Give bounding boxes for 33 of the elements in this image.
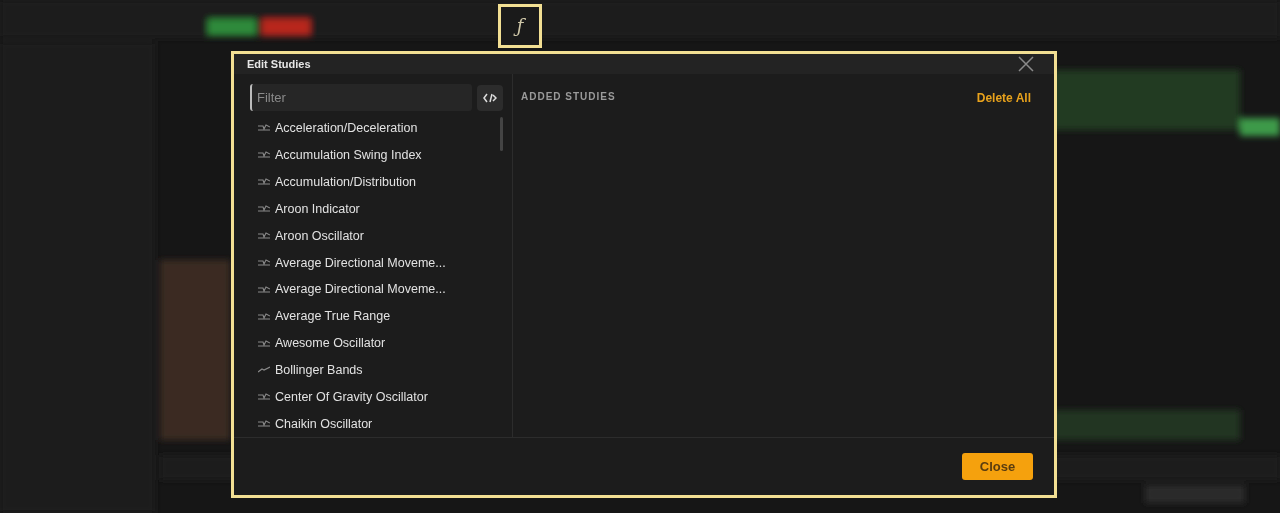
study-item[interactable]: Average Directional Moveme... [275,253,446,273]
delete-all-link[interactable]: Delete All [976,89,1031,107]
wave-icon [258,232,270,240]
study-item[interactable]: Accumulation/Distribution [275,172,417,192]
study-item[interactable]: Bollinger Bands [275,361,363,380]
wave-icon [258,393,270,402]
close-icon[interactable] [1018,56,1034,72]
line-icon [258,366,270,375]
section-heading: ADDED STUDIES [521,90,616,104]
scrollbar[interactable] [500,117,503,151]
code-icon [483,92,497,103]
study-item[interactable]: Accumulation Swing Index [275,145,422,165]
study-item[interactable]: Acceleration/Deceleration [275,119,418,138]
study-item[interactable]: Center Of Gravity Oscillator [275,387,428,407]
study-item[interactable]: Aroon Indicator [275,199,360,219]
study-item[interactable]: Awesome Oscillator [275,334,386,353]
wave-icon [258,420,270,429]
study-item[interactable]: Chaikin Oscillator [275,414,373,434]
dialog-title: Edit Studies [247,56,311,72]
wave-icon [258,285,270,294]
wave-icon [258,312,270,321]
study-item[interactable]: Average True Range [275,307,391,327]
wave-icon [258,124,270,133]
code-button[interactable] [477,84,503,111]
wave-icon [258,178,270,187]
wave-icon [258,258,270,267]
study-item[interactable]: Aroon Oscillator [275,226,364,246]
wave-icon [258,151,270,160]
wave-icon [258,205,270,214]
close-button[interactable]: Close [962,453,1033,480]
filter-field[interactable]: Filter [250,84,472,111]
wave-icon [258,339,270,348]
study-item[interactable]: Average Directional Moveme... [275,280,446,300]
